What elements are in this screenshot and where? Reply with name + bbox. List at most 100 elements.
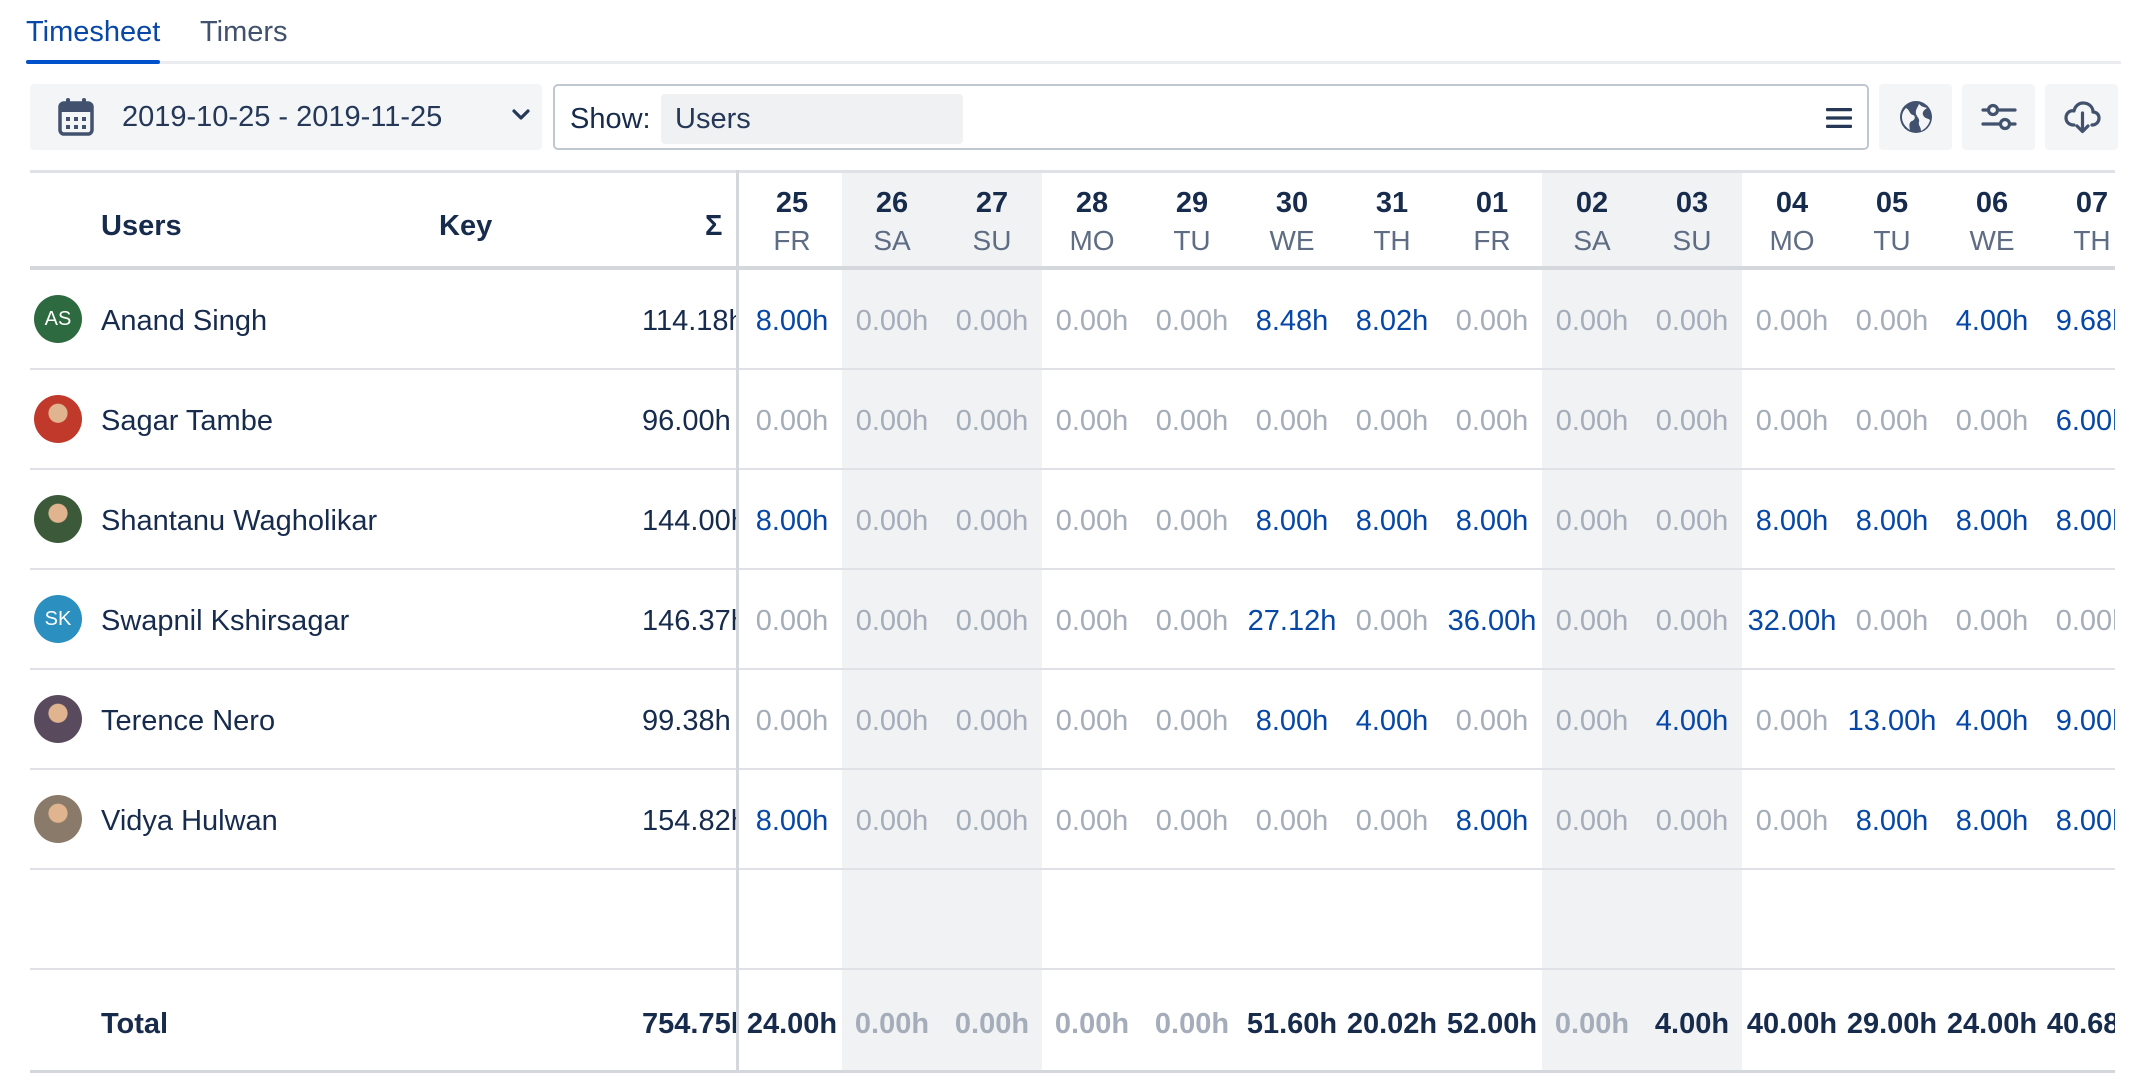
time-cell[interactable]: 0.00h	[1642, 805, 1742, 837]
show-selected-value[interactable]: Users	[661, 94, 963, 144]
time-cell[interactable]: 9.00h	[2042, 705, 2115, 737]
time-cell[interactable]: 0.00h	[1042, 705, 1142, 737]
time-cell[interactable]: 0.00h	[1642, 605, 1742, 637]
time-cell[interactable]: 8.02h	[1342, 305, 1442, 337]
user-name[interactable]: Swapnil Kshirsagar	[101, 605, 349, 637]
time-cell[interactable]: 4.00h	[1342, 705, 1442, 737]
time-cell[interactable]: 9.68h	[2042, 305, 2115, 337]
show-filter[interactable]: Show: Users	[553, 84, 1869, 150]
time-cell[interactable]: 36.00h	[1442, 605, 1542, 637]
time-cell[interactable]: 0.00h	[1942, 605, 2042, 637]
time-cell[interactable]: 4.00h	[1942, 305, 2042, 337]
column-header-sum[interactable]: Σ	[705, 210, 722, 242]
time-cell[interactable]: 8.00h	[1242, 505, 1342, 537]
time-cell[interactable]: 0.00h	[1842, 305, 1942, 337]
time-cell[interactable]: 0.00h	[1142, 705, 1242, 737]
time-cell[interactable]: 13.00h	[1842, 705, 1942, 737]
time-cell[interactable]: 8.00h	[742, 805, 842, 837]
export-button[interactable]	[2045, 84, 2118, 150]
time-cell[interactable]: 0.00h	[942, 505, 1042, 537]
menu-icon[interactable]	[1825, 106, 1853, 130]
time-cell[interactable]: 0.00h	[942, 405, 1042, 437]
user-name[interactable]: Sagar Tambe	[101, 405, 273, 437]
user-name[interactable]: Anand Singh	[101, 305, 267, 337]
time-cell[interactable]: 32.00h	[1742, 605, 1842, 637]
time-cell[interactable]: 0.00h	[1142, 305, 1242, 337]
time-cell[interactable]: 0.00h	[1142, 505, 1242, 537]
time-cell[interactable]: 8.00h	[1442, 505, 1542, 537]
time-cell[interactable]: 6.00h	[2042, 405, 2115, 437]
column-header-key[interactable]: Key	[439, 210, 492, 242]
time-cell[interactable]: 0.00h	[1042, 305, 1142, 337]
date-range-picker[interactable]: 2019-10-25 - 2019-11-25	[30, 84, 542, 150]
time-cell[interactable]: 0.00h	[842, 805, 942, 837]
time-cell[interactable]: 0.00h	[942, 705, 1042, 737]
table-row[interactable]: Terence Nero 99.38h 0.00h 0.00h 0.00h 0.00h 0.…	[30, 670, 2115, 770]
time-cell[interactable]: 0.00h	[742, 605, 842, 637]
time-cell[interactable]: 0.00h	[1642, 405, 1742, 437]
settings-button[interactable]	[1962, 84, 2035, 150]
time-cell[interactable]: 0.00h	[1942, 405, 2042, 437]
table-row[interactable]: Vidya Hulwan154.82h8.00h0.00h0.00h0.00h0…	[30, 770, 2115, 870]
time-cell[interactable]: 0.00h	[1742, 805, 1842, 837]
time-cell[interactable]: 0.00h	[1542, 605, 1642, 637]
time-cell[interactable]: 8.00h	[1742, 505, 1842, 537]
time-cell[interactable]: 0.00h	[842, 305, 942, 337]
time-cell[interactable]: 0.00h	[1242, 405, 1342, 437]
time-cell[interactable]: 0.00h	[1242, 805, 1342, 837]
time-cell[interactable]: 0.00h	[1742, 305, 1842, 337]
time-cell[interactable]: 0.00h	[1542, 705, 1642, 737]
table-row[interactable]: AS Anand Singh 114.18h 8.00h 0.00h 0.00h 0.00h…	[30, 270, 2115, 370]
time-cell[interactable]: 4.00h	[1642, 705, 1742, 737]
time-cell[interactable]: 0.00h	[1542, 405, 1642, 437]
user-name[interactable]: Shantanu Wagholikar	[101, 505, 377, 537]
time-cell[interactable]: 8.00h	[1242, 705, 1342, 737]
user-name[interactable]: Vidya Hulwan	[101, 805, 278, 837]
time-cell[interactable]: 0.00h	[1442, 705, 1542, 737]
time-cell[interactable]: 8.00h	[742, 505, 842, 537]
time-cell[interactable]: 0.00h	[1842, 605, 1942, 637]
time-cell[interactable]: 0.00h	[1542, 305, 1642, 337]
time-cell[interactable]: 0.00h	[1042, 605, 1142, 637]
tab-timers[interactable]: Timers	[200, 14, 288, 50]
time-cell[interactable]: 0.00h	[842, 605, 942, 637]
time-cell[interactable]: 0.00h	[1542, 505, 1642, 537]
time-cell[interactable]: 8.00h	[1942, 505, 2042, 537]
time-cell[interactable]: 0.00h	[1642, 305, 1742, 337]
time-cell[interactable]: 8.00h	[1842, 805, 1942, 837]
time-cell[interactable]: 0.00h	[842, 405, 942, 437]
time-cell[interactable]: 0.00h	[842, 505, 942, 537]
column-header-users[interactable]: Users	[101, 210, 182, 242]
time-cell[interactable]: 8.00h	[2042, 805, 2115, 837]
tab-timesheet[interactable]: Timesheet	[26, 14, 161, 64]
time-cell[interactable]: 0.00h	[942, 605, 1042, 637]
time-cell[interactable]: 8.00h	[1842, 505, 1942, 537]
table-row[interactable]: SKSwapnil Kshirsagar146.37h0.00h0.00h0.0…	[30, 570, 2115, 670]
timezone-button[interactable]	[1879, 84, 1952, 150]
table-row[interactable]: Sagar Tambe 96.00h 0.00h 0.00h 0.00h 0.00h 0.0…	[30, 370, 2115, 470]
time-cell[interactable]: 8.00h	[2042, 505, 2115, 537]
time-cell[interactable]: 0.00h	[842, 705, 942, 737]
time-cell[interactable]: 8.00h	[742, 305, 842, 337]
time-cell[interactable]: 0.00h	[1342, 805, 1442, 837]
time-cell[interactable]: 0.00h	[1142, 405, 1242, 437]
time-cell[interactable]: 27.12h	[1242, 605, 1342, 637]
time-cell[interactable]: 0.00h	[742, 705, 842, 737]
time-cell[interactable]: 0.00h	[2042, 605, 2115, 637]
time-cell[interactable]: 0.00h	[1742, 405, 1842, 437]
time-cell[interactable]: 0.00h	[1342, 605, 1442, 637]
time-cell[interactable]: 0.00h	[1042, 805, 1142, 837]
table-row[interactable]: Shantanu Wagholikar144.00h8.00h0.00h0.00…	[30, 470, 2115, 570]
time-cell[interactable]: 0.00h	[1642, 505, 1742, 537]
time-cell[interactable]: 0.00h	[942, 305, 1042, 337]
time-cell[interactable]: 4.00h	[1942, 705, 2042, 737]
time-cell[interactable]: 0.00h	[1742, 705, 1842, 737]
time-cell[interactable]: 8.00h	[1342, 505, 1442, 537]
time-cell[interactable]: 8.48h	[1242, 305, 1342, 337]
time-cell[interactable]: 8.00h	[1942, 805, 2042, 837]
time-cell[interactable]: 0.00h	[1542, 805, 1642, 837]
user-name[interactable]: Terence Nero	[101, 705, 275, 737]
time-cell[interactable]: 0.00h	[1042, 405, 1142, 437]
time-cell[interactable]: 8.00h	[1442, 805, 1542, 837]
time-cell[interactable]: 0.00h	[1042, 505, 1142, 537]
